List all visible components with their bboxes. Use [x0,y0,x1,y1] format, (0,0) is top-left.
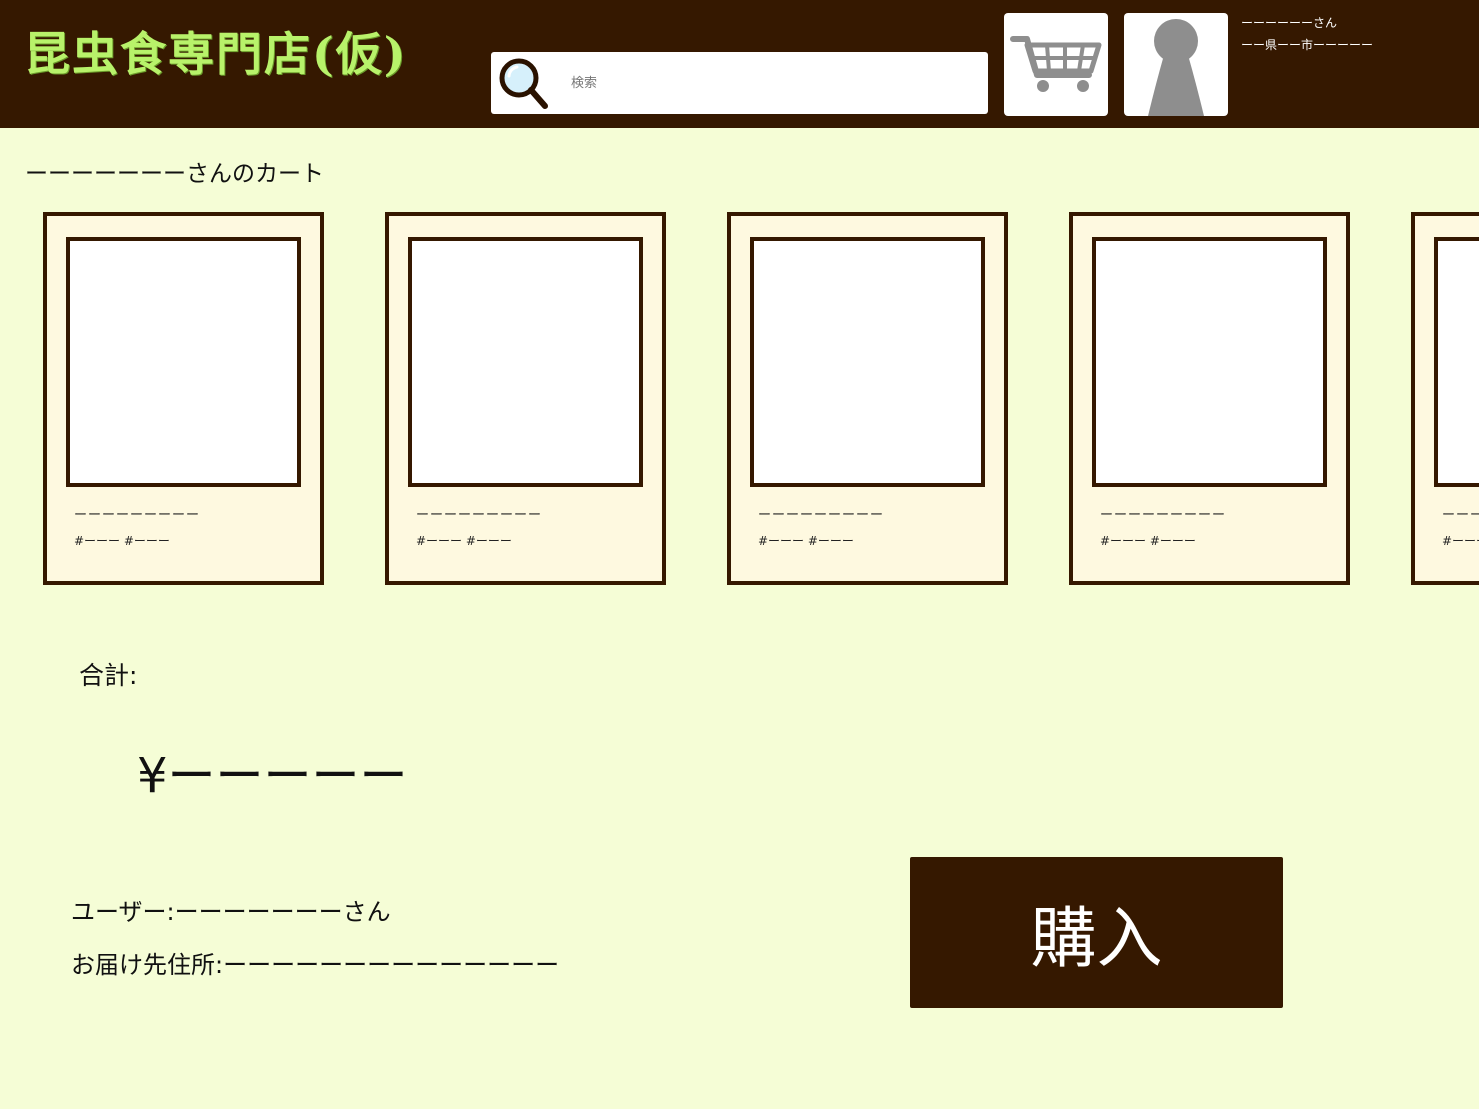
product-name: ーーーーーーーーー [416,508,543,523]
product-image [1434,237,1479,487]
user-avatar-icon [1124,19,1228,116]
product-name: ーーーーーーーーー [74,508,201,523]
search-icon[interactable] [495,54,553,112]
header-user-name: ーーーーーーさん [1241,16,1338,30]
cart-item-card[interactable]: ーーーーーーーーー #ーーー #ーーー [43,212,324,585]
product-tags: #ーーー #ーーー [758,534,854,548]
product-image [1092,237,1327,487]
search-bar[interactable] [491,52,988,114]
card-overflow-clip: ーーーーーーーーー #ーーー #ーーー [1411,212,1479,585]
product-image [750,237,985,487]
product-image [408,237,643,487]
product-tags: #ーーー #ーーー [74,534,170,548]
cart-button[interactable] [1004,13,1108,116]
shopping-cart-icon [1009,31,1103,99]
total-price: ¥ーーーーー [137,748,408,804]
product-image [66,237,301,487]
cart-item-card[interactable]: ーーーーーーーーー #ーーー #ーーー [385,212,666,585]
product-name: ーーーーーーーーー [1442,508,1479,523]
cart-item-card[interactable]: ーーーーーーーーー #ーーー #ーーー [727,212,1008,585]
profile-button[interactable] [1124,13,1228,116]
cart-item-card[interactable]: ーーーーーーーーー #ーーー #ーーー [1069,212,1350,585]
order-user: ユーザー:ーーーーーーーさん [71,898,391,926]
header-bar: 昆虫食専門店(仮) 検索 ーーーーーーさん ーー県ーー市ーーーーー [0,0,1479,128]
total-label: 合計: [79,661,138,690]
product-name: ーーーーーーーーー [1100,508,1227,523]
purchase-button[interactable]: 購入 [910,857,1283,1008]
user-info: ーーーーーーさん ーー県ーー市ーーーーー [1241,12,1373,56]
header-user-address: ーー県ーー市ーーーーー [1241,38,1374,52]
product-tags: #ーーー #ーーー [1100,534,1196,548]
shop-logo[interactable]: 昆虫食専門店(仮) [24,18,408,84]
cart-title: ーーーーーーーさんのカート [25,161,324,187]
cart-item-card[interactable]: ーーーーーーーーー #ーーー #ーーー [1411,212,1479,585]
product-tags: #ーーー #ーーー [416,534,512,548]
product-name: ーーーーーーーーー [758,508,885,523]
search-input[interactable] [571,52,971,114]
delivery-address: お届け先住所:ーーーーーーーーーーーーーー [71,951,560,979]
product-tags: #ーーー #ーーー [1442,534,1479,548]
